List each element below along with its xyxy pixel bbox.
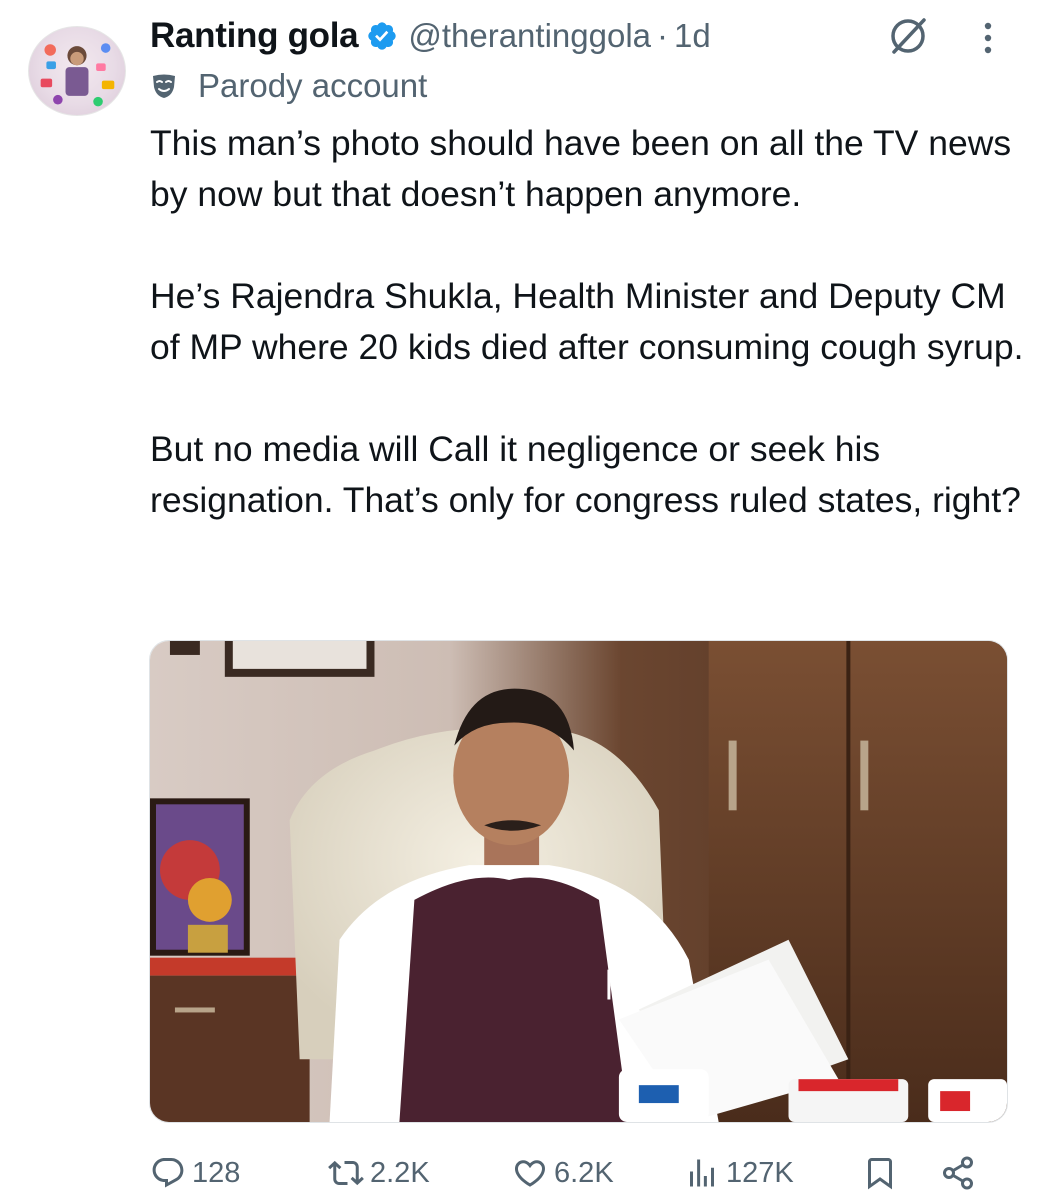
reply-count: 128 (192, 1156, 241, 1189)
more-icon[interactable] (974, 18, 1002, 58)
tweet-text: This man’s photo should have been on all… (150, 118, 1025, 526)
verified-badge-icon (368, 22, 397, 50)
repost-button[interactable]: 2.2K (328, 1148, 430, 1198)
tweet-paragraph: He’s Rajendra Shukla, Health Minister an… (150, 276, 1024, 367)
bookmark-button[interactable] (862, 1148, 898, 1198)
tweet-photo[interactable] (149, 640, 1008, 1123)
grok-icon[interactable] (884, 12, 932, 60)
like-button[interactable]: 6.2K (512, 1148, 614, 1198)
parody-label: Parody account (150, 64, 427, 108)
tweet-paragraph: But no media will Call it negligence or … (150, 429, 1021, 520)
tweet-actions: 128 2.2K 6.2K 127K (0, 1148, 1037, 1198)
bookmark-icon (868, 1158, 892, 1190)
views-count: 127K (726, 1156, 794, 1189)
avatar[interactable] (28, 26, 126, 116)
reply-button[interactable]: 128 (150, 1148, 240, 1198)
reply-icon (152, 1158, 184, 1188)
separator-dot: · (657, 17, 669, 54)
parody-account-text: Parody account (198, 67, 428, 104)
tweet-timestamp[interactable]: 1d (674, 17, 711, 55)
repost-icon (328, 1160, 364, 1186)
like-count: 6.2K (554, 1156, 614, 1189)
views-button[interactable]: 127K (684, 1148, 794, 1198)
share-button[interactable] (940, 1148, 976, 1198)
views-icon (690, 1159, 714, 1187)
author-handle[interactable]: @therantinggola (408, 17, 651, 55)
tweet-header: Ranting gola @therantinggola · 1d (150, 14, 711, 58)
repost-count: 2.2K (370, 1156, 430, 1189)
tweet-paragraph: This man’s photo should have been on all… (150, 123, 1012, 214)
share-icon (943, 1156, 973, 1190)
heart-icon (514, 1160, 546, 1187)
author-display-name[interactable]: Ranting gola (150, 16, 359, 56)
avatar-image (40, 43, 115, 107)
mask-icon (153, 74, 175, 98)
photo-illustration (150, 641, 1007, 1122)
